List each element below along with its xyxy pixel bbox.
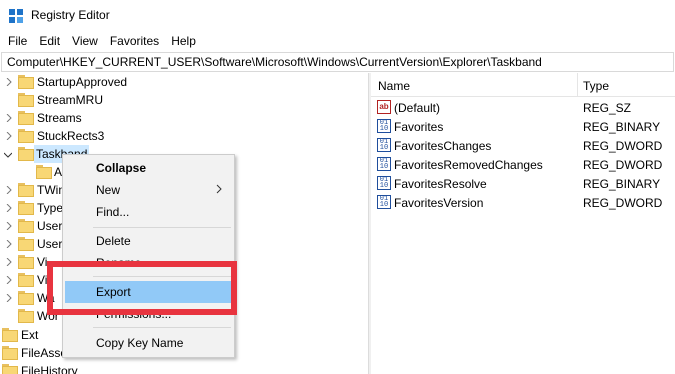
folder-icon: [18, 291, 34, 305]
chevron-right-icon[interactable]: [5, 114, 13, 122]
address-bar[interactable]: Computer\HKEY_CURRENT_USER\Software\Micr…: [1, 52, 674, 72]
string-value-icon: ab: [377, 100, 391, 114]
value-name: FavoritesVersion: [394, 196, 484, 210]
chevron-right-icon[interactable]: [5, 186, 13, 194]
tree-item-label: User: [37, 237, 63, 251]
chevron-right-icon[interactable]: [5, 240, 13, 248]
values-pane[interactable]: Name Type ab (Default) REG_SZ 01 10 Favor…: [371, 73, 675, 374]
menu-edit[interactable]: Edit: [33, 31, 66, 51]
value-type: REG_BINARY: [583, 120, 661, 134]
menu-item-label: Find...: [96, 205, 130, 219]
value-row[interactable]: 01 10 FavoritesChanges REG_DWORD: [371, 136, 675, 155]
column-divider[interactable]: [577, 73, 578, 97]
menu-bar: File Edit View Favorites Help: [0, 31, 675, 51]
folder-icon: [18, 255, 34, 269]
tree-item-label: FileHistory: [21, 364, 78, 374]
folder-icon: [18, 111, 34, 125]
folder-icon: [2, 328, 18, 342]
menu-favorites[interactable]: Favorites: [104, 31, 165, 51]
menu-item-label: Delete: [96, 234, 131, 248]
folder-icon: [18, 237, 34, 251]
tree-item-label: Streams: [37, 111, 82, 125]
chevron-right-icon[interactable]: [5, 204, 13, 212]
folder-icon: [2, 346, 18, 360]
menu-item-delete[interactable]: Delete: [65, 230, 232, 252]
folder-icon: [36, 165, 52, 179]
folder-icon: [18, 129, 34, 143]
chevron-down-icon[interactable]: [4, 151, 12, 159]
value-row[interactable]: 01 10 FavoritesRemovedChanges REG_DWORD: [371, 155, 675, 174]
value-type: REG_DWORD: [583, 139, 663, 153]
folder-icon: [2, 364, 18, 374]
column-header-type[interactable]: Type: [583, 79, 609, 93]
tree-item-streams[interactable]: Streams: [0, 109, 368, 127]
tree-item-label: User: [37, 219, 63, 233]
binary-value-icon: 01 10: [377, 195, 391, 209]
submenu-arrow-icon: [216, 184, 222, 194]
menu-item-copy-key-name[interactable]: Copy Key Name: [65, 332, 232, 354]
value-name: FavoritesRemovedChanges: [394, 158, 543, 172]
folder-icon: [18, 273, 34, 287]
context-menu: Collapse New Find... Delete Rename Expor…: [62, 154, 235, 358]
tree-item-filehistory[interactable]: FileHistory: [0, 362, 368, 374]
folder-icon: [18, 93, 34, 107]
tree-item-streammru[interactable]: StreamMRU: [0, 91, 368, 109]
menu-item-label: Collapse: [96, 161, 147, 175]
folder-icon: [18, 75, 34, 89]
values-header: Name Type: [371, 73, 675, 97]
chevron-right-icon[interactable]: [5, 132, 13, 140]
chevron-right-icon[interactable]: [5, 222, 13, 230]
tree-item-label: Type: [37, 201, 64, 215]
tree-item-startupapproved[interactable]: StartupApproved: [0, 73, 368, 91]
value-name: FavoritesResolve: [394, 177, 487, 191]
registry-editor-icon: [9, 9, 23, 23]
menu-file[interactable]: File: [0, 31, 33, 51]
tree-item-stuckrects3[interactable]: StuckRects3: [0, 127, 368, 145]
folder-icon: [18, 219, 34, 233]
folder-icon: [18, 183, 34, 197]
chevron-right-icon[interactable]: [5, 294, 13, 302]
menu-item-label: New: [96, 183, 121, 197]
binary-value-icon: 01 10: [377, 176, 391, 190]
window-title: Registry Editor: [31, 8, 110, 22]
chevron-right-icon[interactable]: [5, 276, 13, 284]
address-path: Computer\HKEY_CURRENT_USER\Software\Micr…: [7, 55, 542, 69]
value-row[interactable]: 01 10 FavoritesResolve REG_BINARY: [371, 174, 675, 193]
folder-icon: [18, 201, 34, 215]
menu-separator: [93, 227, 231, 228]
folder-icon: [18, 309, 34, 323]
chevron-right-icon[interactable]: [5, 258, 13, 266]
value-row[interactable]: ab (Default) REG_SZ: [371, 98, 675, 117]
value-type: REG_DWORD: [583, 158, 663, 172]
value-row[interactable]: 01 10 Favorites REG_BINARY: [371, 117, 675, 136]
value-name: (Default): [394, 101, 441, 115]
menu-item-find[interactable]: Find...: [65, 201, 232, 223]
menu-help[interactable]: Help: [165, 31, 202, 51]
value-row[interactable]: 01 10 FavoritesVersion REG_DWORD: [371, 193, 675, 212]
binary-value-icon: 01 10: [377, 138, 391, 152]
value-type: REG_SZ: [583, 101, 632, 115]
binary-value-icon: 01 10: [377, 157, 391, 171]
tree-item-label: Ext: [21, 328, 39, 342]
tree-item-label: StreamMRU: [37, 93, 104, 107]
chevron-right-icon[interactable]: [5, 78, 13, 86]
folder-open-icon: [18, 147, 34, 161]
value-type: REG_BINARY: [583, 177, 661, 191]
column-header-name[interactable]: Name: [378, 79, 410, 93]
title-bar: Registry Editor: [0, 0, 675, 31]
menu-view[interactable]: View: [66, 31, 104, 51]
value-name: FavoritesChanges: [394, 139, 492, 153]
binary-value-icon: 01 10: [377, 119, 391, 133]
annotation-highlight-box: [47, 261, 237, 315]
value-type: REG_DWORD: [583, 196, 663, 210]
menu-item-new[interactable]: New: [65, 179, 232, 201]
tree-item-label: StuckRects3: [37, 129, 105, 143]
menu-separator: [93, 327, 231, 328]
value-name: Favorites: [394, 120, 444, 134]
tree-item-label: StartupApproved: [37, 75, 128, 89]
menu-item-label: Copy Key Name: [96, 336, 184, 350]
menu-item-collapse[interactable]: Collapse: [65, 157, 232, 179]
